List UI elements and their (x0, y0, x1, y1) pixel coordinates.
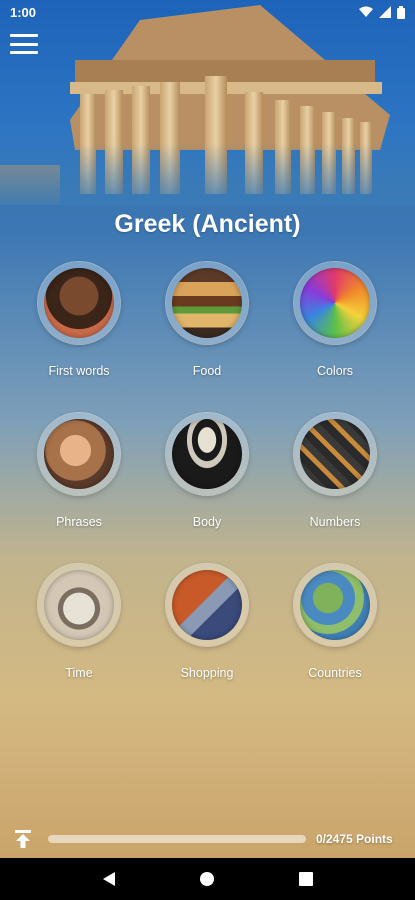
category-image-ring (166, 413, 248, 495)
progress-bar-area: 0/2475 Points (0, 820, 415, 858)
points-progress-bar (48, 835, 306, 843)
category-image-ring (166, 564, 248, 646)
child-face-photo-icon (44, 268, 114, 338)
category-body[interactable]: Body (147, 413, 267, 529)
page-title: Greek (Ancient) (114, 210, 301, 238)
category-label: Colors (316, 364, 354, 378)
color-powder-photo-icon (300, 268, 370, 338)
parthenon-illustration (0, 0, 415, 205)
category-label: Shopping (180, 666, 234, 680)
category-first-words[interactable]: First words (19, 262, 139, 378)
points-text: 0/2475 Points (316, 832, 393, 846)
category-phrases[interactable]: Phrases (19, 413, 139, 529)
category-image-ring (38, 564, 120, 646)
number-blocks-photo-icon (300, 419, 370, 489)
category-label: Time (65, 666, 93, 680)
home-icon[interactable] (199, 871, 215, 887)
category-numbers[interactable]: Numbers (275, 413, 395, 529)
category-label: Food (192, 364, 222, 378)
skeleton-photo-icon (172, 419, 242, 489)
shopping-cart-photo-icon (172, 570, 242, 640)
category-image-ring (294, 413, 376, 495)
menu-icon[interactable] (10, 32, 38, 56)
category-image-ring (294, 262, 376, 344)
category-countries[interactable]: Countries (275, 564, 395, 680)
back-icon[interactable] (102, 871, 116, 887)
category-image-ring (294, 564, 376, 646)
hero-banner (0, 0, 415, 205)
category-label: Body (192, 515, 222, 529)
system-nav-bar (0, 858, 415, 900)
signal-icon (379, 6, 391, 18)
category-label: Countries (308, 666, 362, 680)
category-label: First words (48, 364, 110, 378)
smiling-woman-photo-icon (44, 419, 114, 489)
recents-icon[interactable] (299, 872, 314, 886)
status-icons (359, 5, 405, 19)
category-image-ring (38, 262, 120, 344)
category-image-ring (166, 262, 248, 344)
upload-icon[interactable] (12, 828, 34, 850)
category-colors[interactable]: Colors (275, 262, 395, 378)
category-label: Numbers (309, 515, 361, 529)
category-food[interactable]: Food (147, 262, 267, 378)
map-photo-icon (300, 570, 370, 640)
wifi-icon (359, 6, 373, 17)
category-image-ring (38, 413, 120, 495)
category-time[interactable]: Time (19, 564, 139, 680)
battery-icon (397, 5, 405, 19)
alarm-clock-photo-icon (44, 570, 114, 640)
status-bar: 1:00 (0, 0, 415, 24)
category-shopping[interactable]: Shopping (147, 564, 267, 680)
status-time: 1:00 (10, 4, 37, 20)
burger-photo-icon (172, 268, 242, 338)
category-label: Phrases (56, 515, 102, 529)
